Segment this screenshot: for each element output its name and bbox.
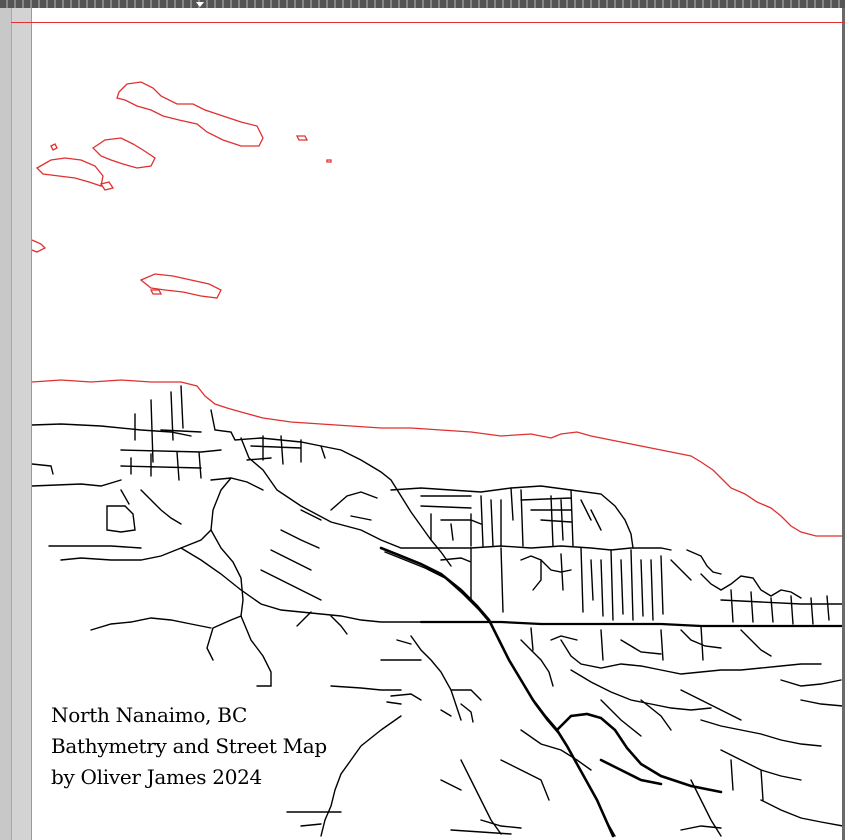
street <box>440 547 542 613</box>
street <box>450 829 512 835</box>
street <box>32 463 122 487</box>
street <box>330 685 422 705</box>
horizontal-ruler[interactable] <box>0 0 845 8</box>
street <box>520 489 602 547</box>
island-contour-2 <box>91 137 156 169</box>
street <box>540 547 604 617</box>
highway <box>379 546 723 838</box>
street <box>106 505 136 533</box>
island-contour-1 <box>116 81 264 147</box>
map-title-line-3: by Oliver James 2024 <box>51 765 262 789</box>
street <box>600 689 822 747</box>
street <box>520 627 578 687</box>
street <box>440 545 672 551</box>
island-contour-5 <box>295 135 309 141</box>
island-contour-8 <box>32 239 47 253</box>
highway-route <box>379 546 615 838</box>
street <box>419 620 843 628</box>
street <box>780 679 843 707</box>
street <box>90 617 212 631</box>
street <box>680 799 843 831</box>
ruler-marker-icon[interactable] <box>196 2 204 7</box>
island-contour-6 <box>326 159 332 163</box>
street <box>570 669 712 711</box>
street <box>420 487 514 547</box>
map-title-block[interactable]: North Nanaimo, BC Bathymetry and Street … <box>51 700 327 793</box>
street <box>120 489 182 525</box>
street <box>690 749 802 837</box>
street <box>600 625 772 661</box>
street <box>560 639 822 675</box>
vertical-ruler[interactable] <box>0 8 12 840</box>
island-contour-10 <box>149 289 163 295</box>
street <box>440 759 522 835</box>
pasteboard <box>12 8 31 840</box>
street <box>330 491 378 521</box>
guide-line[interactable] <box>11 22 845 23</box>
highway-route <box>384 551 616 837</box>
document-page[interactable]: North Nanaimo, BC Bathymetry and Street … <box>31 8 843 840</box>
street <box>180 547 422 623</box>
street <box>206 529 244 661</box>
street <box>720 589 843 625</box>
coastline-contour <box>32 379 843 537</box>
street <box>440 689 482 723</box>
street <box>240 437 442 549</box>
street <box>60 477 264 561</box>
street <box>240 615 272 687</box>
island-contour-4 <box>99 181 115 191</box>
street <box>320 715 402 837</box>
island-contour-7 <box>50 143 58 151</box>
street <box>686 549 802 599</box>
map-title-line-1: North Nanaimo, BC <box>51 703 247 727</box>
island-contour-3 <box>35 157 104 187</box>
street <box>286 811 342 827</box>
street <box>48 545 142 549</box>
street <box>380 635 462 721</box>
street <box>120 413 222 481</box>
street <box>610 549 692 621</box>
map-title-line-2: Bathymetry and Street Map <box>51 734 327 758</box>
bathymetry-contours <box>32 81 843 537</box>
